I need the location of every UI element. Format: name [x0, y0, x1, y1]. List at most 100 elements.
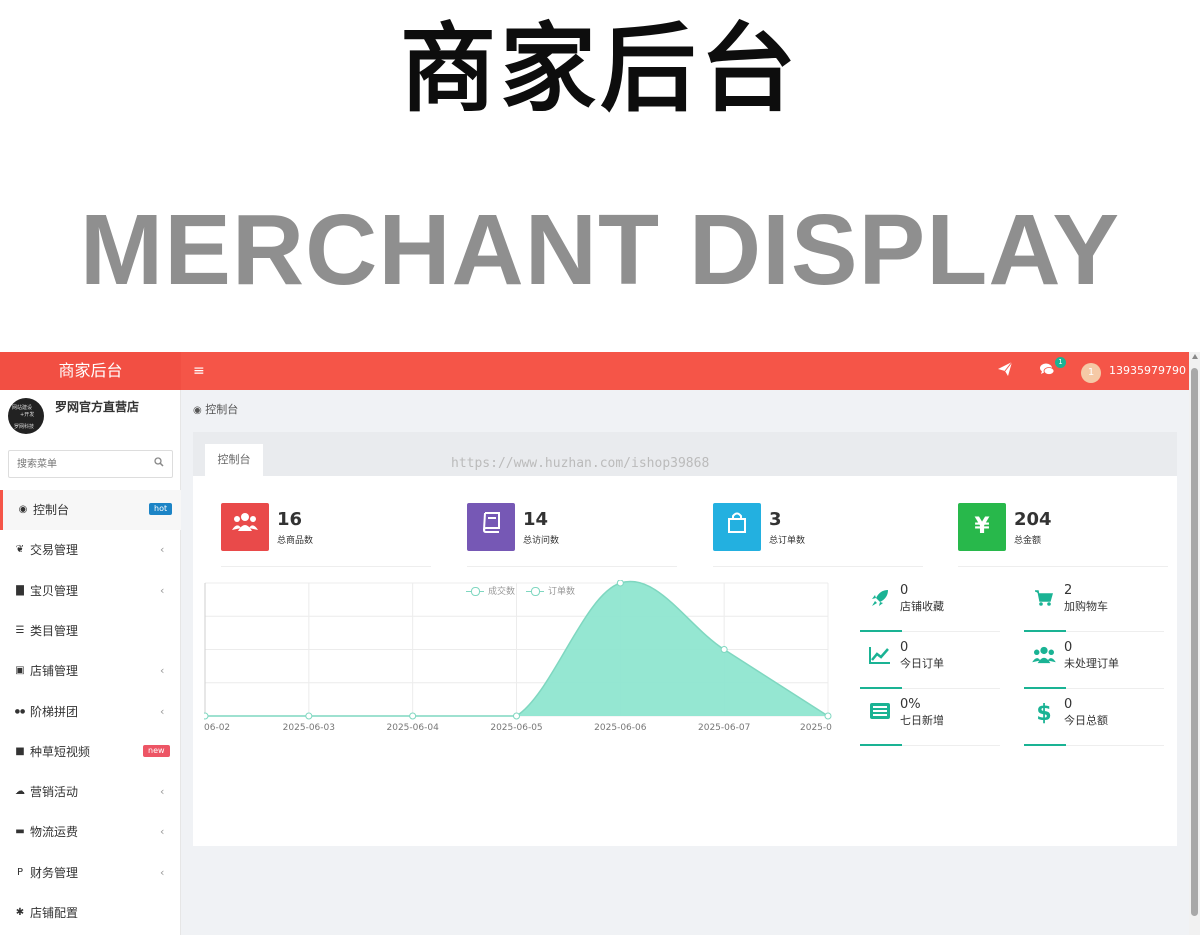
sidebar-item-label: 店铺管理: [30, 664, 79, 679]
shopping-bag-icon: [713, 503, 761, 551]
message-count-badge: 1: [1055, 357, 1066, 368]
paper-plane-icon[interactable]: [995, 361, 1015, 381]
x-tick-label: 2025-06-07: [698, 723, 750, 733]
tab-dashboard[interactable]: 控制台: [205, 444, 263, 476]
x-tick-label: 2025-06-04: [387, 723, 440, 733]
mini-stat[interactable]: 0 今日订单: [860, 637, 1000, 689]
sidebar-item-label: 财务管理: [30, 865, 79, 880]
legend-item-deals[interactable]: 成交数: [466, 586, 515, 598]
chevron-left-icon: ‹: [160, 825, 165, 839]
sidebar-item-label: 阶梯拼团: [30, 704, 79, 719]
mini-stat[interactable]: 0 未处理订单: [1024, 637, 1164, 689]
mini-stat-label: 今日订单: [900, 657, 944, 670]
sidebar-item-label: 类目管理: [30, 623, 79, 638]
cart-icon: [1032, 588, 1056, 612]
shop-name: 罗网官方直营店: [55, 400, 140, 414]
chevron-left-icon: ‹: [160, 583, 165, 597]
sidebar-item-label: 店铺配置: [30, 906, 79, 920]
app-logo[interactable]: 商家后台: [0, 352, 181, 390]
rocket-icon: [868, 588, 892, 612]
sidebar-item-label: 交易管理: [30, 543, 79, 558]
sidebar-item-label: 控制台: [33, 503, 70, 517]
sidebar-item-0[interactable]: ◉ 控制台 hot: [0, 490, 181, 530]
archive-icon: ▣: [15, 665, 25, 677]
top-bar: 商家后台 ≡ 1 1 13935979790: [0, 352, 1189, 390]
legend-label: 订单数: [548, 587, 576, 597]
mini-stat-underline: [860, 687, 902, 689]
mini-stat[interactable]: 0 店铺收藏: [860, 580, 1000, 632]
line-chart-icon: [868, 645, 892, 669]
stat-card[interactable]: ¥204 总金额: [958, 503, 1168, 567]
sidebar-item-1[interactable]: ❦ 交易管理 ‹: [0, 530, 181, 570]
promo-banner: 商家后台 MERCHANT DISPLAY: [0, 0, 1200, 352]
chevron-left-icon: ‹: [160, 704, 165, 718]
sidebar-item-5[interactable]: ●● 阶梯拼团 ‹: [0, 692, 181, 732]
mini-stat-label: 店铺收藏: [900, 600, 944, 613]
page-scrollbar[interactable]: [1189, 352, 1200, 935]
stat-value: 14: [523, 509, 549, 530]
mini-stat-value: 0: [900, 640, 909, 655]
sidebar-item-10[interactable]: ✱ 店铺配置: [0, 893, 181, 933]
chevron-left-icon: ‹: [160, 785, 165, 799]
mini-stat[interactable]: 2 加购物车: [1024, 580, 1164, 632]
stat-label: 总商品数: [277, 536, 314, 546]
mini-stat-value: 0: [1064, 640, 1073, 655]
stat-card[interactable]: 14 总访问数: [467, 503, 677, 567]
chevron-left-icon: ‹: [160, 543, 165, 557]
gear-icon: ✱: [15, 907, 25, 918]
sidebar: 网站建设 +开发 罗网科技 罗网官方直营店 ◉ 控制台 hot ❦ 交易管理 ‹ ▇ 宝贝管理…: [0, 390, 181, 935]
stat-card[interactable]: 3 总订单数: [713, 503, 923, 567]
data-point: [305, 712, 313, 720]
mini-stat-value: 0: [900, 583, 909, 598]
chart-canvas: 06-02 2025-06-03 2025-06-04 2025-06-05 2025-…: [201, 579, 838, 733]
admin-app: 商家后台 ≡ 1 1 13935979790 网站建设 +开发 罗网科技 罗网官…: [0, 352, 1189, 935]
paypal-icon: P: [16, 866, 24, 878]
list-alt-icon: [868, 702, 892, 726]
sidebar-item-2[interactable]: ▇ 宝贝管理 ‹: [0, 571, 181, 611]
search-icon[interactable]: [154, 457, 164, 470]
scroll-up-arrow[interactable]: [1192, 354, 1198, 359]
data-point: [513, 712, 520, 720]
sidebar-item-9[interactable]: P 财务管理 ‹: [0, 853, 181, 893]
scrollbar-thumb[interactable]: [1191, 368, 1198, 916]
sidebar-item-7[interactable]: ☁ 营销活动 ‹: [0, 772, 181, 812]
mini-stat[interactable]: $0 今日总额: [1024, 694, 1164, 746]
chevron-left-icon: ‹: [160, 865, 165, 879]
stat-value: 3: [769, 509, 782, 530]
sidebar-item-4[interactable]: ▣ 店铺管理 ‹: [0, 651, 181, 691]
comments-icon[interactable]: [1037, 361, 1057, 381]
briefcase-icon: ▇: [16, 584, 24, 596]
users-icon: [1032, 645, 1056, 669]
mini-stat-label: 加购物车: [1064, 600, 1108, 613]
shop-avatar-line-3: 罗网科技: [14, 424, 35, 430]
user-name[interactable]: 13935979790: [1109, 363, 1186, 379]
chevron-left-icon: ‹: [160, 664, 165, 678]
shop-avatar-line-1: 网站建设: [12, 405, 33, 411]
list-icon: ☰: [15, 624, 25, 636]
stat-label: 总金额: [1014, 536, 1042, 546]
sidebar-item-8[interactable]: ▬ 物流运费 ‹: [0, 812, 181, 852]
tabs-bar: 控制台 https://www.huzhan.com/ishop39868: [193, 432, 1177, 476]
sidebar-item-3[interactable]: ☰ 类目管理: [0, 611, 181, 651]
x-tick-label: 2025-06-05: [490, 723, 542, 733]
breadcrumb-current[interactable]: 控制台: [205, 403, 238, 416]
mini-stat-label: 未处理订单: [1064, 657, 1119, 670]
stat-card[interactable]: 16 总商品数: [221, 503, 431, 567]
menu-toggle-icon[interactable]: ≡: [193, 362, 205, 380]
shop-avatar: 网站建设 +开发 罗网科技: [8, 398, 44, 434]
mini-stat[interactable]: 0% 七日新增: [860, 694, 1000, 746]
legend-item-orders[interactable]: 订单数: [526, 586, 575, 598]
dashboard-icon: ◉: [18, 504, 28, 515]
menu-search-input[interactable]: [17, 455, 147, 473]
mini-stat-value: 0%: [900, 697, 921, 712]
banner-subtitle: MERCHANT DISPLAY: [79, 194, 1121, 306]
data-point: [824, 712, 832, 720]
user-avatar[interactable]: 1: [1081, 363, 1101, 383]
sidebar-item-6[interactable]: ■ 种草短视频 new: [0, 732, 181, 772]
sales-chart: 成交数 订单数 06-02 2025-06-03 2025-06-04 2025-06…: [201, 579, 838, 750]
data-point: [201, 712, 209, 720]
stat-label: 总订单数: [769, 536, 806, 546]
sidebar-item-label: 种草短视频: [30, 744, 91, 759]
mini-stat-label: 今日总额: [1064, 714, 1108, 727]
stat-label: 总访问数: [523, 536, 560, 546]
